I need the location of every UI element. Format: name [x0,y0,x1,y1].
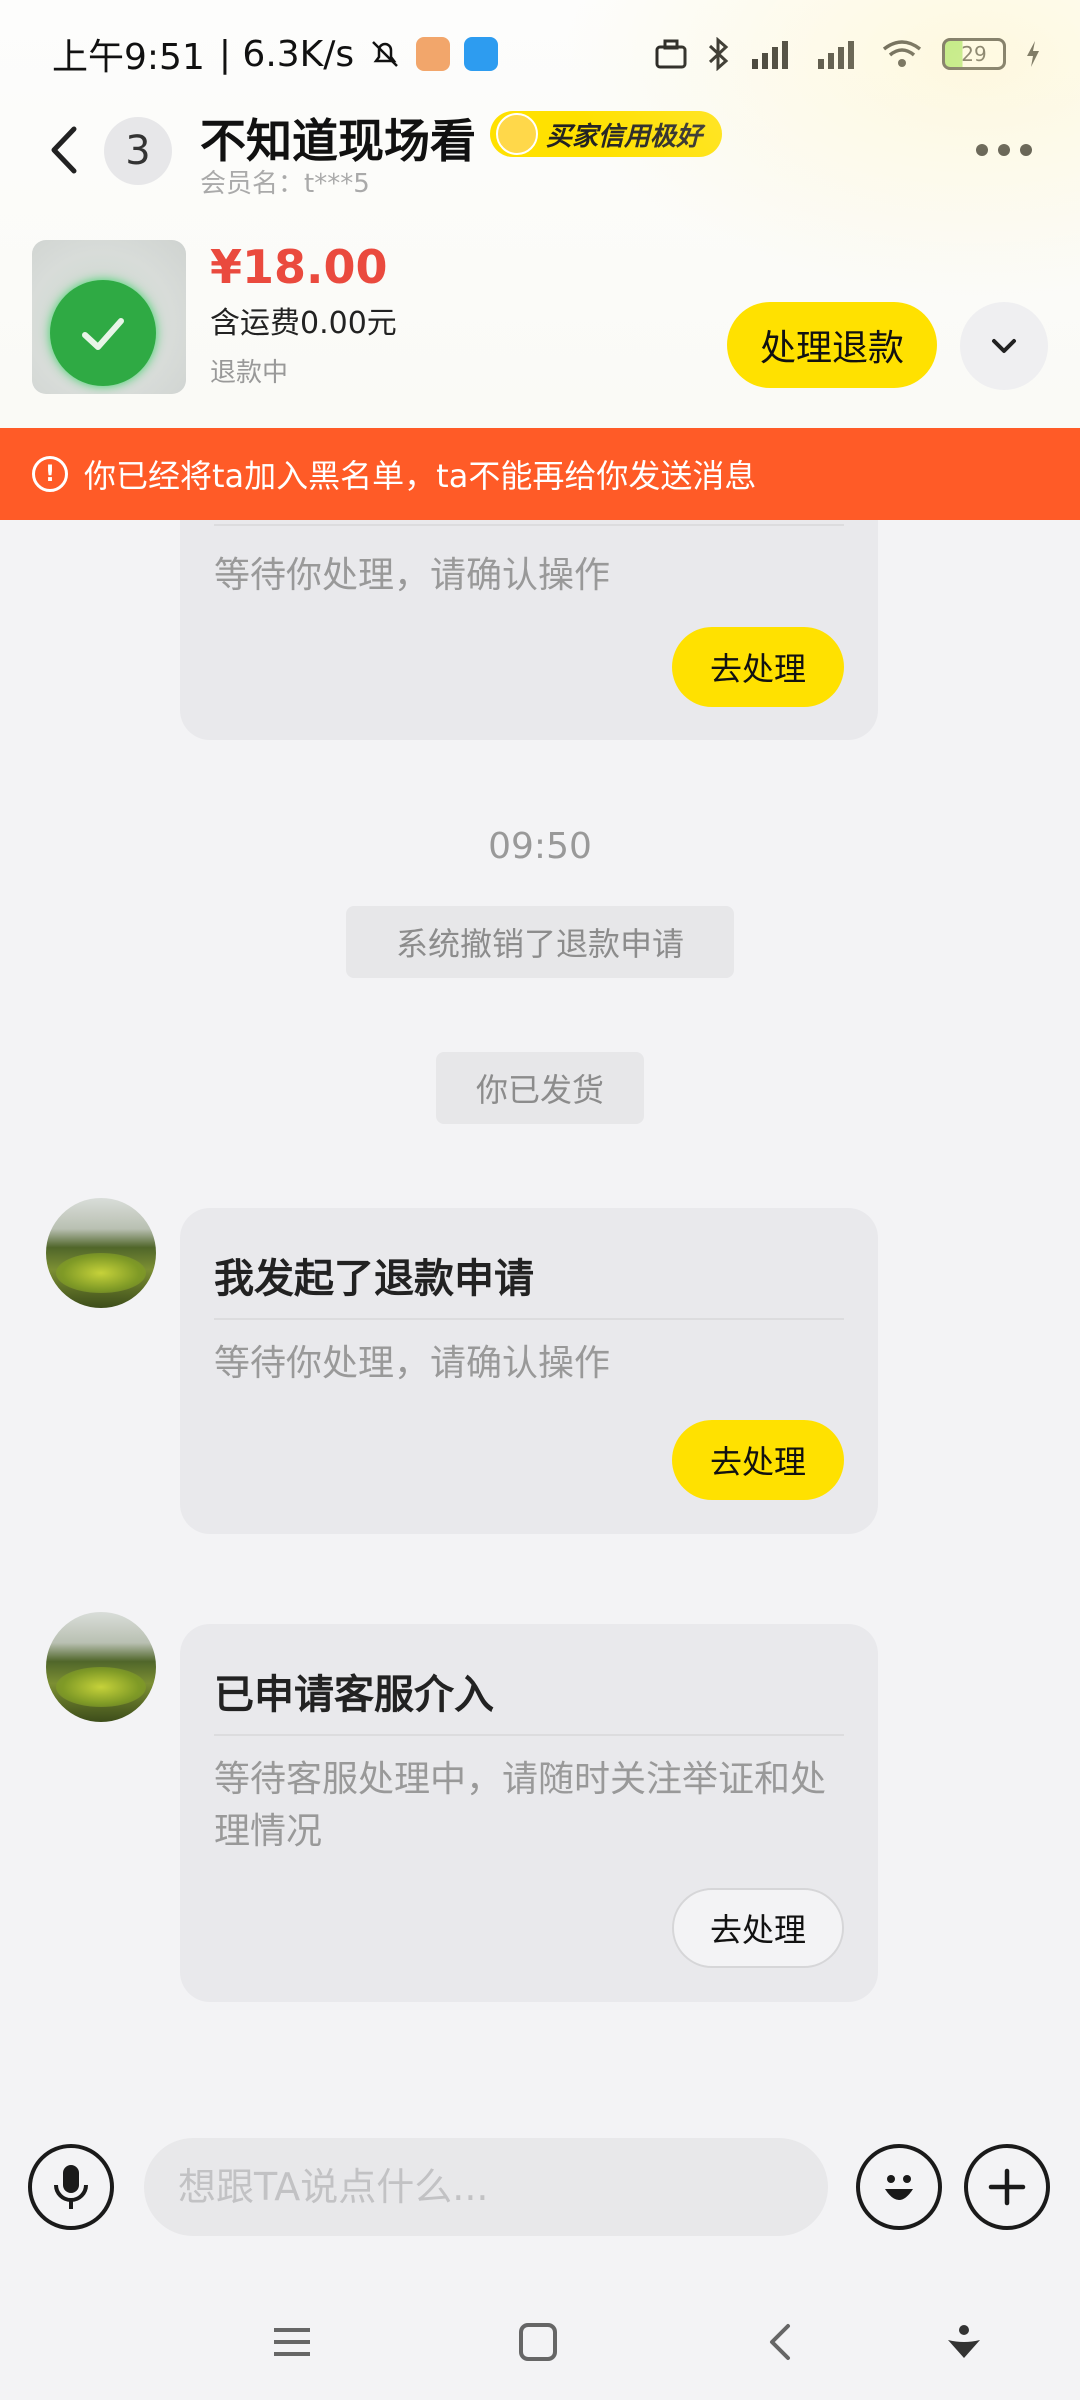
status-bar: 上午9:51 | 6.3K/s 29 [52,28,1042,80]
system-message: 你已发货 [436,1052,644,1124]
microphone-icon [54,2165,88,2209]
check-icon [50,280,156,386]
charging-icon [1027,41,1039,67]
avatar[interactable] [46,1198,156,1308]
chevron-down-icon [992,339,1016,353]
assistant-button[interactable] [934,2312,994,2372]
credit-badge-label: 买家信用极好 [546,121,703,152]
message-card-refund: 我发起了退款申请 等待你处理，请确认操作 去处理 [180,1208,878,1534]
member-name: 会员名：t***5 [200,169,370,199]
voice-button[interactable] [28,2144,114,2230]
card-desc: 等待客服处理中，请随时关注举证和处理情况 [214,1759,827,1852]
bluetooth-icon [708,37,729,71]
back-arrow-icon [51,126,77,174]
system-message: 系统撤销了退款申请 [346,906,734,978]
plus-button[interactable] [964,2144,1050,2230]
card-desc: 等待你处理，请确认操作 [214,1343,611,1384]
system-back-button[interactable] [750,2312,810,2372]
wifi-icon [882,40,922,67]
mute-bell-icon [372,41,399,67]
unread-count-badge[interactable]: 3 [104,117,172,185]
product-thumbnail[interactable] [32,240,186,394]
plus-icon [988,2168,1026,2206]
banner-text: 你已经将ta加入黑名单，ta不能再给你发送消息 [84,457,757,495]
chat-nav-bar: 3 不知道现场看 买家信用极好 会员名：t***5 [40,105,1050,199]
back-triangle-icon [770,2324,790,2360]
credit-face-icon [496,113,538,155]
signal-1-icon [752,41,788,69]
notification-app-icon-2 [464,37,499,71]
avatar[interactable] [46,1612,156,1722]
order-price: ¥18.00 [210,240,388,294]
handle-refund-button[interactable]: 处理退款 [727,302,937,388]
message-timestamp: 09:50 [488,826,592,867]
header: 上午9:51 | 6.3K/s 29 3 不知道现场看 买家信用极好 会员名：t… [0,0,1080,428]
expand-button[interactable] [960,302,1048,390]
process-button[interactable]: 去处理 [672,627,844,707]
emoji-icon [885,2175,913,2200]
order-summary: ¥18.00 含运费0.00元 退款中 处理退款 [32,240,1052,400]
assistant-icon [948,2325,980,2358]
notification-app-icon [416,37,451,71]
shipping-fee: 含运费0.00元 [210,306,397,341]
home-square-icon [519,2323,557,2361]
process-button[interactable]: 去处理 [672,1420,844,1500]
card-desc: 等待你处理，请确认操作 [214,555,611,596]
more-button[interactable] [976,135,1040,165]
input-bar [0,2130,1080,2260]
alert-circle-icon: ! [32,456,68,492]
back-button[interactable] [40,119,92,181]
process-button[interactable]: 去处理 [672,1888,844,1968]
more-dots-icon [976,144,988,156]
menu-icon [274,2328,310,2356]
message-input[interactable] [144,2138,828,2236]
card-title: 我发起了退款申请 [214,1256,534,1302]
refund-status: 退款中 [210,358,289,388]
card-title: 已申请客服介入 [214,1672,494,1718]
network-speed: | 6.3K/s [218,33,355,75]
briefcase-icon [655,39,687,69]
system-nav-bar [0,2290,1080,2400]
message-card-service: 已申请客服介入 等待客服处理中，请随时关注举证和处理情况 去处理 [180,1624,878,2002]
emoji-button[interactable] [856,2144,942,2230]
home-button[interactable] [508,2312,568,2372]
contact-name: 不知道现场看 [200,114,476,168]
battery-level: 29 [942,38,1006,70]
blacklist-banner: ! 你已经将ta加入黑名单，ta不能再给你发送消息 [0,428,1080,520]
status-time: 上午9:51 [52,37,205,78]
menu-button[interactable] [262,2312,322,2372]
credit-badge: 买家信用极好 [490,111,723,157]
signal-2-icon [818,41,854,69]
